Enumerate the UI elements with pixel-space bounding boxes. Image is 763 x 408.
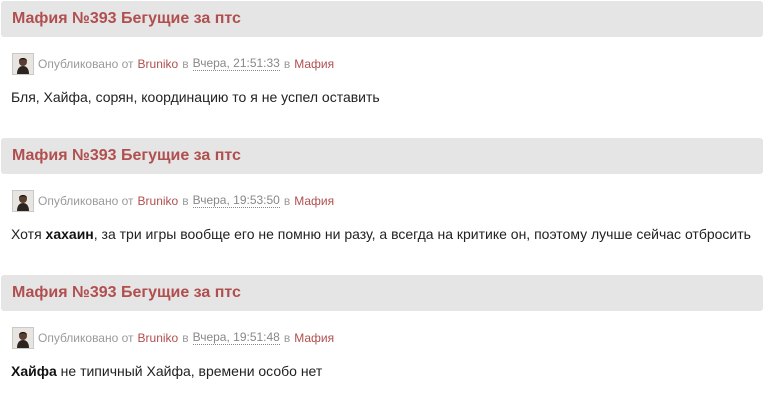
post-text-before: Хотя (11, 226, 46, 242)
post-date: Вчера, 19:53:50 (192, 193, 280, 208)
in-label: в (182, 194, 189, 208)
author-link[interactable]: Bruniko (138, 331, 179, 345)
in-label: в (283, 331, 291, 345)
post-meta: Опубликовано от Bruniko в Вчера, 21:51:3… (12, 52, 334, 76)
post-meta: Опубликовано от Bruniko в Вчера, 19:51:4… (12, 326, 334, 350)
in-label: в (182, 57, 189, 71)
post-text-bold: Хайфа (11, 363, 57, 379)
user-avatar-icon[interactable] (12, 53, 34, 75)
post-content: Бля, Хайфа, сорян, координацию то я не у… (11, 89, 380, 105)
post: Мафия №393 Бегущие за птс Опубликовано о… (1, 138, 763, 242)
post-header: Мафия №393 Бегущие за птс (1, 1, 763, 37)
category-link[interactable]: Мафия (294, 57, 334, 71)
post-title-link[interactable]: Мафия №393 Бегущие за птс (12, 147, 241, 165)
post-meta: Опубликовано от Bruniko в Вчера, 19:53:5… (12, 189, 334, 213)
post: Мафия №393 Бегущие за птс Опубликовано о… (1, 1, 763, 105)
category-link[interactable]: Мафия (294, 194, 334, 208)
post-text: не типичный Хайфа, времени особо нет (56, 363, 323, 379)
author-link[interactable]: Bruniko (138, 57, 179, 71)
post-content: Хотя хахаин, за три игры вообще его не п… (11, 226, 751, 242)
post-header: Мафия №393 Бегущие за птс (1, 138, 763, 174)
post: Мафия №393 Бегущие за птс Опубликовано о… (1, 275, 763, 379)
published-label: Опубликовано от (38, 331, 134, 345)
in-label: в (283, 194, 291, 208)
post-text: , за три игры вообще его не помню ни раз… (93, 226, 751, 242)
published-label: Опубликовано от (38, 194, 134, 208)
user-avatar-icon[interactable] (12, 327, 34, 349)
author-link[interactable]: Bruniko (138, 194, 179, 208)
category-link[interactable]: Мафия (294, 331, 334, 345)
in-label: в (283, 57, 291, 71)
user-avatar-icon[interactable] (12, 190, 34, 212)
post-header: Мафия №393 Бегущие за птс (1, 275, 763, 311)
in-label: в (182, 331, 189, 345)
post-title-link[interactable]: Мафия №393 Бегущие за птс (12, 10, 241, 28)
post-date: Вчера, 19:51:48 (192, 330, 280, 345)
post-date: Вчера, 21:51:33 (192, 56, 280, 71)
published-label: Опубликовано от (38, 57, 134, 71)
post-text-bold: хахаин (45, 226, 94, 242)
post-title-link[interactable]: Мафия №393 Бегущие за птс (12, 284, 241, 302)
post-content: Хайфа не типичный Хайфа, времени особо н… (11, 363, 322, 379)
post-text: Бля, Хайфа, сорян, координацию то я не у… (11, 89, 380, 105)
